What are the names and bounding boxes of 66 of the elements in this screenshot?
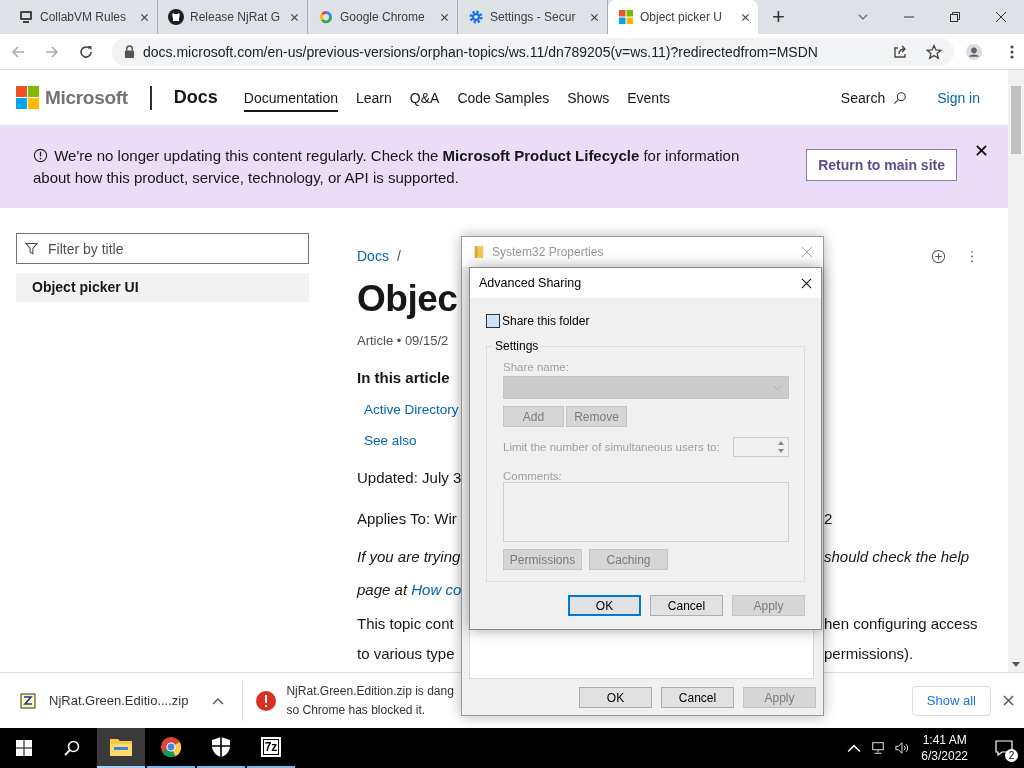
article-text: should check the help: [824, 547, 970, 565]
search-link[interactable]: Search: [840, 89, 886, 106]
field-label: Limit the number of simultaneous users to:: [503, 441, 720, 453]
section-heading: In this article: [357, 368, 450, 386]
article-text: If you are trying: [357, 547, 461, 565]
notification-button[interactable]: 2: [984, 728, 1024, 768]
dialog-button[interactable]: Cancel: [650, 595, 723, 616]
group-label: Settings: [493, 339, 541, 353]
article-text: 2: [824, 510, 833, 527]
article-text: Applies To: Wir: [357, 510, 457, 527]
toc-link[interactable]: Active Directory: [364, 402, 459, 417]
field-label: Comments:: [503, 470, 563, 482]
browser-tab[interactable]: CollabVM Rules: [8, 0, 158, 34]
download-file-name[interactable]: NjRat.Green.Editio....zip: [49, 693, 189, 708]
tab-title: CollabVM Rules: [40, 10, 128, 24]
notice-text: We're no longer updating this content regularly. Check the Microsoft Product Lifecycle for information about how this product, service, technology, or API is supported.: [33, 146, 741, 188]
browser-tab[interactable]: Object picker U: [608, 0, 758, 34]
article-text: permissions).: [824, 644, 914, 662]
url-text: docs.microsoft.com/en-us/previous-versions/orphan-topics/ws.11/dn789205(v=ws.11)?redirectedfrom=MSDN: [143, 43, 818, 60]
product-name[interactable]: Docs: [173, 87, 218, 108]
archiver-icon: 7z: [260, 737, 282, 757]
download-warning-text: NjRat.Green.Edition.zip is dang: [286, 682, 454, 700]
notification-count: 2: [1005, 749, 1018, 762]
sign-in-link[interactable]: Sign in: [937, 89, 980, 106]
nav-link[interactable]: Shows: [567, 83, 610, 112]
breadcrumb-link[interactable]: Docs: [357, 248, 389, 264]
nav-link[interactable]: Events: [627, 83, 671, 112]
nav-link[interactable]: Documentation: [243, 83, 338, 112]
toc-link[interactable]: See also: [364, 433, 417, 448]
clock[interactable]: 1:41 AM 6/3/2022: [921, 728, 968, 768]
filter-field[interactable]: Filter by title: [16, 233, 309, 264]
sidebar-item[interactable]: Object picker UI: [16, 273, 309, 302]
article-text: hen configuring access: [824, 614, 978, 632]
dialog-button[interactable]: OK: [579, 687, 652, 708]
nav-link[interactable]: Code Samples: [457, 83, 550, 112]
dialog-button[interactable]: OK: [568, 595, 641, 616]
article-meta: Article • 09/15/2: [357, 332, 449, 348]
clock-date: 6/3/2022: [921, 748, 968, 764]
article-title: Objec: [357, 277, 458, 320]
clock-time: 1:41 AM: [922, 732, 967, 748]
taskbar-app[interactable]: 7z: [247, 728, 295, 768]
download-warning-text: so Chrome has blocked it.: [286, 701, 427, 719]
article-text: Updated: July 3: [357, 469, 462, 486]
article-text: to various type: [357, 644, 455, 662]
window-title: System32 Properties: [492, 245, 604, 259]
address-field[interactable]: docs.microsoft.com/en-us/previous-versions/orphan-topics/ws.11/dn789205(v=ws.11)?redirectedfrom=MSDN: [112, 37, 954, 66]
return-button[interactable]: Return to main site: [806, 149, 957, 181]
breadcrumb-separator: /: [396, 248, 401, 264]
checkbox-label[interactable]: Share this folder: [502, 314, 590, 328]
nav-link[interactable]: Q&A: [409, 83, 440, 112]
brand-name[interactable]: Microsoft: [45, 86, 128, 109]
dialog-title: Advanced Sharing: [479, 276, 582, 290]
new-tab-button[interactable]: +: [772, 3, 785, 31]
dialog-button[interactable]: Cancel: [661, 687, 734, 708]
text-link[interactable]: How co: [411, 581, 462, 598]
tab-title: Release NjRat G: [190, 10, 282, 24]
article-text: This topic cont: [357, 614, 454, 632]
browser-tab[interactable]: Release NjRat G: [158, 0, 308, 34]
browser-tab[interactable]: Google Chrome: [308, 0, 458, 34]
tab-title: Settings - Secur: [490, 10, 577, 24]
tab-title: Object picker U: [640, 10, 724, 24]
nav-link[interactable]: Learn: [356, 83, 392, 112]
tab-title: Google Chrome: [340, 10, 426, 24]
show-all-button[interactable]: Show all: [911, 685, 991, 716]
article-text: page at How co: [357, 581, 462, 598]
field-label: Share name:: [503, 361, 570, 373]
